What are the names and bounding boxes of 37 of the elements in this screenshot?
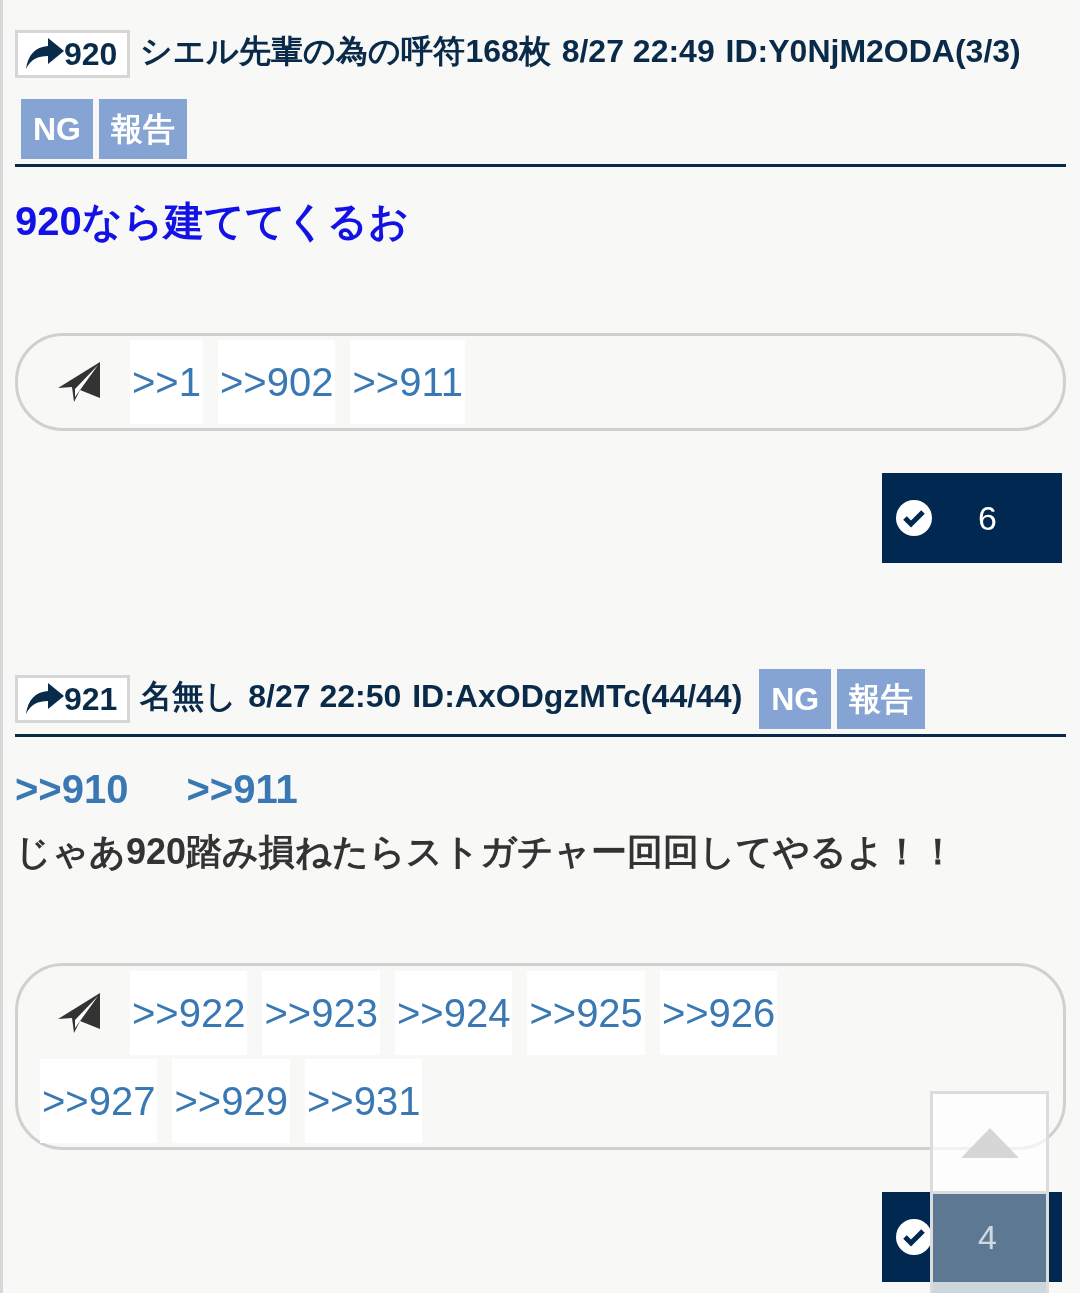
poster-name: シエル先輩の為の呼符168枚: [140, 33, 551, 69]
reply-link[interactable]: >>922: [130, 970, 248, 1055]
scroll-down-button[interactable]: [930, 1191, 1049, 1293]
post-text: じゃあ920踏み損ねたらストガチャー回回してやるよ！！: [15, 830, 958, 875]
reply-link[interactable]: >>926: [659, 970, 778, 1055]
report-button[interactable]: 報告: [837, 669, 926, 729]
post-date: 8/27 22:49: [561, 33, 715, 69]
up-triangle-icon: [960, 1127, 1019, 1158]
share-arrow-icon: [26, 37, 64, 70]
paper-plane-icon: [58, 362, 102, 403]
reply-link[interactable]: >>931: [304, 1059, 423, 1144]
share-arrow-icon: [26, 683, 64, 715]
poster-id: ID:AxODgzMTc(44/44): [412, 678, 743, 715]
anchor-link[interactable]: >>910: [15, 767, 129, 812]
paper-plane-icon: [58, 992, 102, 1033]
post-date: 8/27 22:50: [248, 678, 402, 715]
reply-link[interactable]: >>927: [40, 1059, 158, 1144]
anchor-link[interactable]: >>911: [186, 767, 298, 812]
post-number[interactable]: 920: [15, 29, 131, 78]
like-button[interactable]: 4: [882, 1192, 1062, 1283]
ng-button[interactable]: NG: [759, 669, 832, 729]
report-button[interactable]: 報告: [99, 98, 187, 159]
reply-link[interactable]: >>1: [130, 340, 203, 425]
poster-id: ID:Y0NjM2ODA(3/3): [725, 33, 1021, 69]
reply-link[interactable]: >>911: [350, 340, 465, 425]
reply-link[interactable]: >>925: [527, 970, 645, 1055]
poster-name: 名無し: [140, 678, 238, 715]
like-button[interactable]: 6: [882, 473, 1062, 564]
reply-link[interactable]: >>924: [394, 970, 513, 1055]
ng-button[interactable]: NG: [21, 98, 93, 159]
check-circle-icon: [896, 1219, 932, 1256]
post-number[interactable]: 921: [15, 675, 131, 723]
check-circle-icon: [896, 500, 932, 537]
reply-link[interactable]: >>923: [262, 970, 380, 1055]
post-text: 920なら建ててくるお: [15, 198, 410, 245]
reply-link[interactable]: >>929: [172, 1059, 290, 1144]
reply-link[interactable]: >>902: [217, 340, 336, 425]
